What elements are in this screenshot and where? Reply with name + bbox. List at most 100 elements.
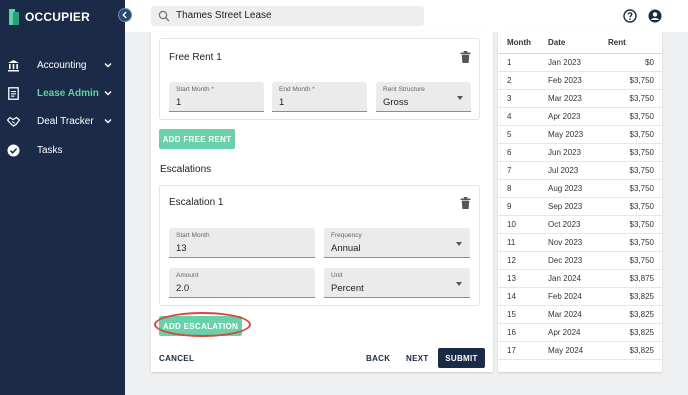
sidebar-item-accounting[interactable]: Accounting [0, 53, 125, 77]
month-cell: 17 [498, 341, 548, 360]
trash-icon[interactable] [460, 197, 471, 209]
free-rent-start-month-field[interactable]: Start Month * 1 [169, 82, 264, 112]
rent-cell: $3,825 [608, 341, 662, 360]
sidebar-item-deal-tracker[interactable]: Deal Tracker [0, 109, 125, 133]
logo-mark-icon [9, 9, 19, 25]
sidebar-item-tasks[interactable]: Tasks [0, 138, 125, 162]
column-header-rent: Rent [608, 32, 662, 54]
unit-select[interactable]: Unit Percent [324, 268, 470, 298]
top-bar: Thames Street Lease [125, 0, 688, 32]
chevron-down-icon [104, 119, 112, 124]
date-cell: Jan 2024 [548, 269, 608, 288]
field-label: Rent Structure [383, 86, 425, 93]
month-cell: 16 [498, 323, 548, 342]
table-row: 3 Mar 2023 $3,750 [498, 89, 662, 108]
date-cell: Jun 2023 [548, 143, 608, 162]
table-row: 4 Apr 2023 $3,750 [498, 107, 662, 126]
rent-cell: $3,750 [608, 143, 662, 162]
table-row: 1 Jan 2023 $0 [498, 53, 662, 72]
search-bar[interactable]: Thames Street Lease [151, 6, 424, 26]
rent-cell: $3,825 [608, 305, 662, 324]
field-value: Gross [383, 97, 409, 108]
date-cell: Feb 2023 [548, 71, 608, 90]
escalation-panel: Escalation 1 Start Month 13 Frequency An… [159, 185, 480, 306]
table-row: 7 Jul 2023 $3,750 [498, 161, 662, 180]
back-button[interactable]: BACK [366, 354, 390, 363]
field-label: Amount [176, 272, 199, 279]
sidebar-item-label: Accounting [37, 59, 87, 71]
rent-cell: $3,750 [608, 179, 662, 198]
field-label: Frequency [331, 232, 362, 239]
column-header-date: Date [548, 32, 608, 54]
month-cell: 10 [498, 215, 548, 234]
submit-button[interactable]: SUBMIT [438, 348, 485, 368]
sidebar-item-label: Tasks [37, 144, 63, 156]
rent-cell: $3,875 [608, 269, 662, 288]
month-cell: 15 [498, 305, 548, 324]
search-input[interactable]: Thames Street Lease [176, 10, 272, 21]
table-row: 9 Sep 2023 $3,750 [498, 197, 662, 216]
month-cell: 1 [498, 53, 548, 72]
table-row: 10 Oct 2023 $3,750 [498, 215, 662, 234]
table-row: 17 May 2024 $3,825 [498, 341, 662, 360]
rent-cell: $3,750 [608, 89, 662, 108]
dropdown-arrow-icon [457, 96, 463, 100]
collapse-sidebar-button[interactable] [118, 8, 132, 22]
field-label: End Month * [279, 86, 315, 93]
date-cell: Feb 2024 [548, 287, 608, 306]
table-row: 15 Mar 2024 $3,825 [498, 305, 662, 324]
month-cell: 6 [498, 143, 548, 162]
sidebar-item-lease-admin[interactable]: Lease Admin [0, 81, 125, 105]
escalation-start-month-field[interactable]: Start Month 13 [169, 228, 315, 258]
date-cell: May 2024 [548, 341, 608, 360]
date-cell: Mar 2024 [548, 305, 608, 324]
rent-cell: $3,750 [608, 215, 662, 234]
cancel-button[interactable]: CANCEL [159, 354, 194, 363]
app-logo[interactable]: OCCUPIER [9, 9, 90, 25]
rent-cell: $0 [608, 53, 662, 72]
field-value: 1 [279, 97, 285, 108]
date-cell: Apr 2023 [548, 107, 608, 126]
frequency-select[interactable]: Frequency Annual [324, 228, 470, 258]
month-cell: 13 [498, 269, 548, 288]
handshake-icon [7, 115, 20, 128]
field-value: Annual [331, 243, 361, 254]
next-button[interactable]: NEXT [406, 354, 429, 363]
date-cell: Dec 2023 [548, 251, 608, 270]
rent-cell: $3,750 [608, 107, 662, 126]
free-rent-end-month-field[interactable]: End Month * 1 [272, 82, 367, 112]
month-cell: 9 [498, 197, 548, 216]
field-label: Unit [331, 272, 343, 279]
lease-form: Free Rent 1 Start Month * 1 End Month * … [151, 32, 493, 372]
chevron-down-icon [104, 91, 112, 96]
free-rent-title: Free Rent 1 [169, 52, 222, 63]
table-row: 8 Aug 2023 $3,750 [498, 179, 662, 198]
table-row: 13 Jan 2024 $3,875 [498, 269, 662, 288]
table-row: 14 Feb 2024 $3,825 [498, 287, 662, 306]
date-cell: Oct 2023 [548, 215, 608, 234]
rent-cell: $3,750 [608, 71, 662, 90]
month-cell: 5 [498, 125, 548, 144]
table-row: 2 Feb 2023 $3,750 [498, 71, 662, 90]
date-cell: Jan 2023 [548, 53, 608, 72]
add-escalation-button[interactable]: ADD ESCALATION [159, 316, 242, 336]
field-label: Start Month * [176, 86, 214, 93]
trash-icon[interactable] [460, 51, 471, 63]
sidebar: OCCUPIER Accounting Lease Admin Deal Tra… [0, 0, 125, 395]
field-value: 13 [176, 243, 187, 254]
help-icon[interactable] [623, 9, 637, 23]
account-icon[interactable] [648, 9, 662, 23]
month-cell: 2 [498, 71, 548, 90]
rent-cell: $3,825 [608, 323, 662, 342]
rent-cell: $3,750 [608, 197, 662, 216]
add-free-rent-button[interactable]: ADD FREE RENT [159, 129, 235, 149]
document-icon [7, 86, 20, 100]
rent-cell: $3,750 [608, 251, 662, 270]
escalation-amount-field[interactable]: Amount 2.0 [169, 268, 315, 298]
rent-schedule-table: Month Date Rent 1 Jan 2023 $0 2 Feb 2023 $3,7… [498, 32, 662, 372]
rent-structure-select[interactable]: Rent Structure Gross [376, 82, 471, 112]
sidebar-item-label: Lease Admin [37, 87, 99, 99]
table-header-row: Month Date Rent [498, 32, 662, 54]
month-cell: 11 [498, 233, 548, 252]
month-cell: 12 [498, 251, 548, 270]
